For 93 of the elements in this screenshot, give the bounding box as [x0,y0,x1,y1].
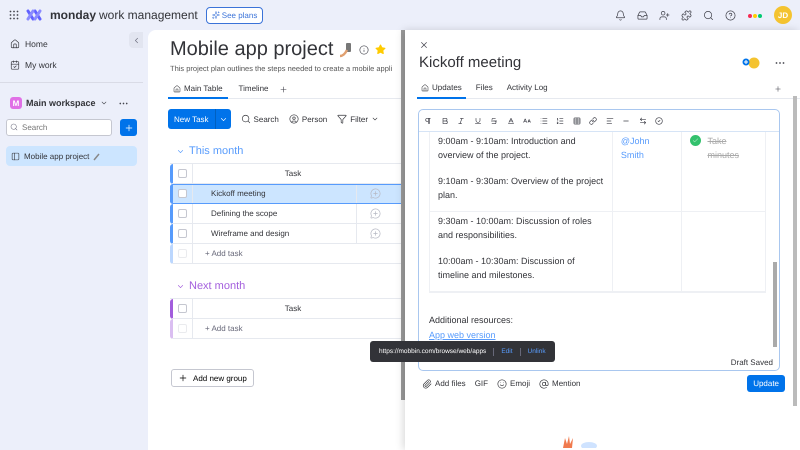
board-title: Mobile app project [170,38,334,61]
draft-status: Draft Saved [730,358,773,367]
numbered-list-icon[interactable] [556,116,564,124]
agenda-text: 9:10am - 9:30am: Overview of the project plan. [438,175,604,202]
add-group-button[interactable]: Add new group [171,369,254,387]
brand-name: monday [50,8,96,22]
bullet-list-icon[interactable] [540,116,548,124]
column-header: Task [284,168,302,180]
search-icon [240,114,251,124]
task-name: Defining the scope [210,208,278,220]
notifications-icon[interactable] [615,10,626,20]
editor-action[interactable]: GIF [474,379,488,388]
checkbox[interactable] [178,304,187,313]
agenda-text: 9:00am - 9:10am: Introduction and overview of the project. [438,135,577,162]
editor-action[interactable]: Add files [422,378,466,388]
star-icon[interactable] [375,44,386,55]
table-icon[interactable] [572,116,580,124]
sidebar-item[interactable]: Home [6,34,52,53]
strikethrough-icon[interactable] [490,116,498,124]
view-tab[interactable]: Timeline [234,80,274,98]
add-view-icon[interactable] [279,85,288,94]
scrollbar[interactable] [793,96,797,406]
board-icon [11,152,20,160]
panel-tab[interactable]: Activity Log [502,78,552,98]
view-tab[interactable]: Main Table [168,80,228,98]
link-icon[interactable] [589,116,597,124]
close-icon[interactable] [419,40,429,50]
workspace-name[interactable]: Main workspace [26,98,96,108]
add-button[interactable] [120,119,137,136]
underline-icon[interactable] [474,116,482,124]
calendar-check-icon [10,60,20,70]
workspace-icon: M [10,97,22,109]
agenda-text: 10:00am - 10:30am: Discussion of timeline and milestones. [438,255,576,282]
paragraph-icon[interactable] [424,116,432,124]
plus-icon [124,122,134,132]
caret-icon [371,115,380,123]
task-name: Wireframe and design [210,228,290,240]
font-size-icon[interactable] [523,116,531,124]
toolbar-button[interactable]: Filter [337,114,380,124]
scrollbar[interactable] [773,262,777,347]
search-field[interactable]: Search [6,119,112,136]
search-icon[interactable] [703,10,714,20]
column-header: Task [284,303,302,315]
resources-label: Additional resources: [429,315,514,325]
puzzle-icon[interactable] [681,10,692,20]
text-color-icon[interactable] [506,116,514,124]
at-sign-icon [539,378,550,388]
checklist-text: Take minutes [707,135,740,162]
search-icon [10,123,18,131]
checklist-icon[interactable] [655,116,663,124]
panel-tab[interactable]: Files [472,78,497,98]
checkbox[interactable] [178,169,187,178]
product-name: work management [99,8,198,22]
editor-action[interactable]: Mention [539,378,581,388]
see-plans-button[interactable]: See plans [206,6,264,24]
align-left-icon[interactable] [606,116,614,124]
editor-action[interactable]: Emoji [497,378,530,388]
panel-tab[interactable]: Updates [417,78,466,98]
group-title[interactable]: Next month [189,280,246,292]
home-icon [421,84,429,92]
inbox-icon[interactable] [637,10,648,20]
task-name: Kickoff meeting [210,188,267,200]
subscribers-icon[interactable] [742,56,760,68]
italic-icon[interactable] [457,116,465,124]
logo-icon [26,9,44,21]
person-icon [288,114,299,124]
home-icon [173,84,181,92]
help-icon[interactable] [725,10,736,20]
bold-icon[interactable] [440,116,448,124]
item-title: Kickoff meeting [419,54,522,71]
paperclip-icon [422,378,432,388]
sidebar-item[interactable]: My work [6,55,61,74]
add-tab-icon[interactable] [774,84,782,92]
home-icon [10,38,20,48]
checkbox[interactable] [178,209,187,218]
checkbox[interactable] [178,229,187,238]
check-icon [692,137,700,144]
invite-icon[interactable] [659,10,670,20]
agenda-text: 9:30am - 10:00am: Discussion of roles and responsibilities. [438,215,593,242]
smile-icon [497,378,508,388]
plus-icon [178,373,188,383]
toolbar-button[interactable]: Person [288,114,328,124]
sidebar-item[interactable]: Mobile app project [6,146,137,166]
chevron-down-icon[interactable] [100,99,108,107]
apps-grid-icon[interactable] [8,9,20,21]
filter-icon [337,114,348,124]
sparkles-icon [212,11,220,19]
checklist-checkbox[interactable] [690,135,702,146]
info-icon[interactable] [359,44,370,54]
toolbar-button[interactable]: Search [240,114,279,124]
update-button[interactable]: Update [747,375,785,392]
direction-icon[interactable] [638,116,646,124]
checkbox[interactable] [178,189,187,198]
